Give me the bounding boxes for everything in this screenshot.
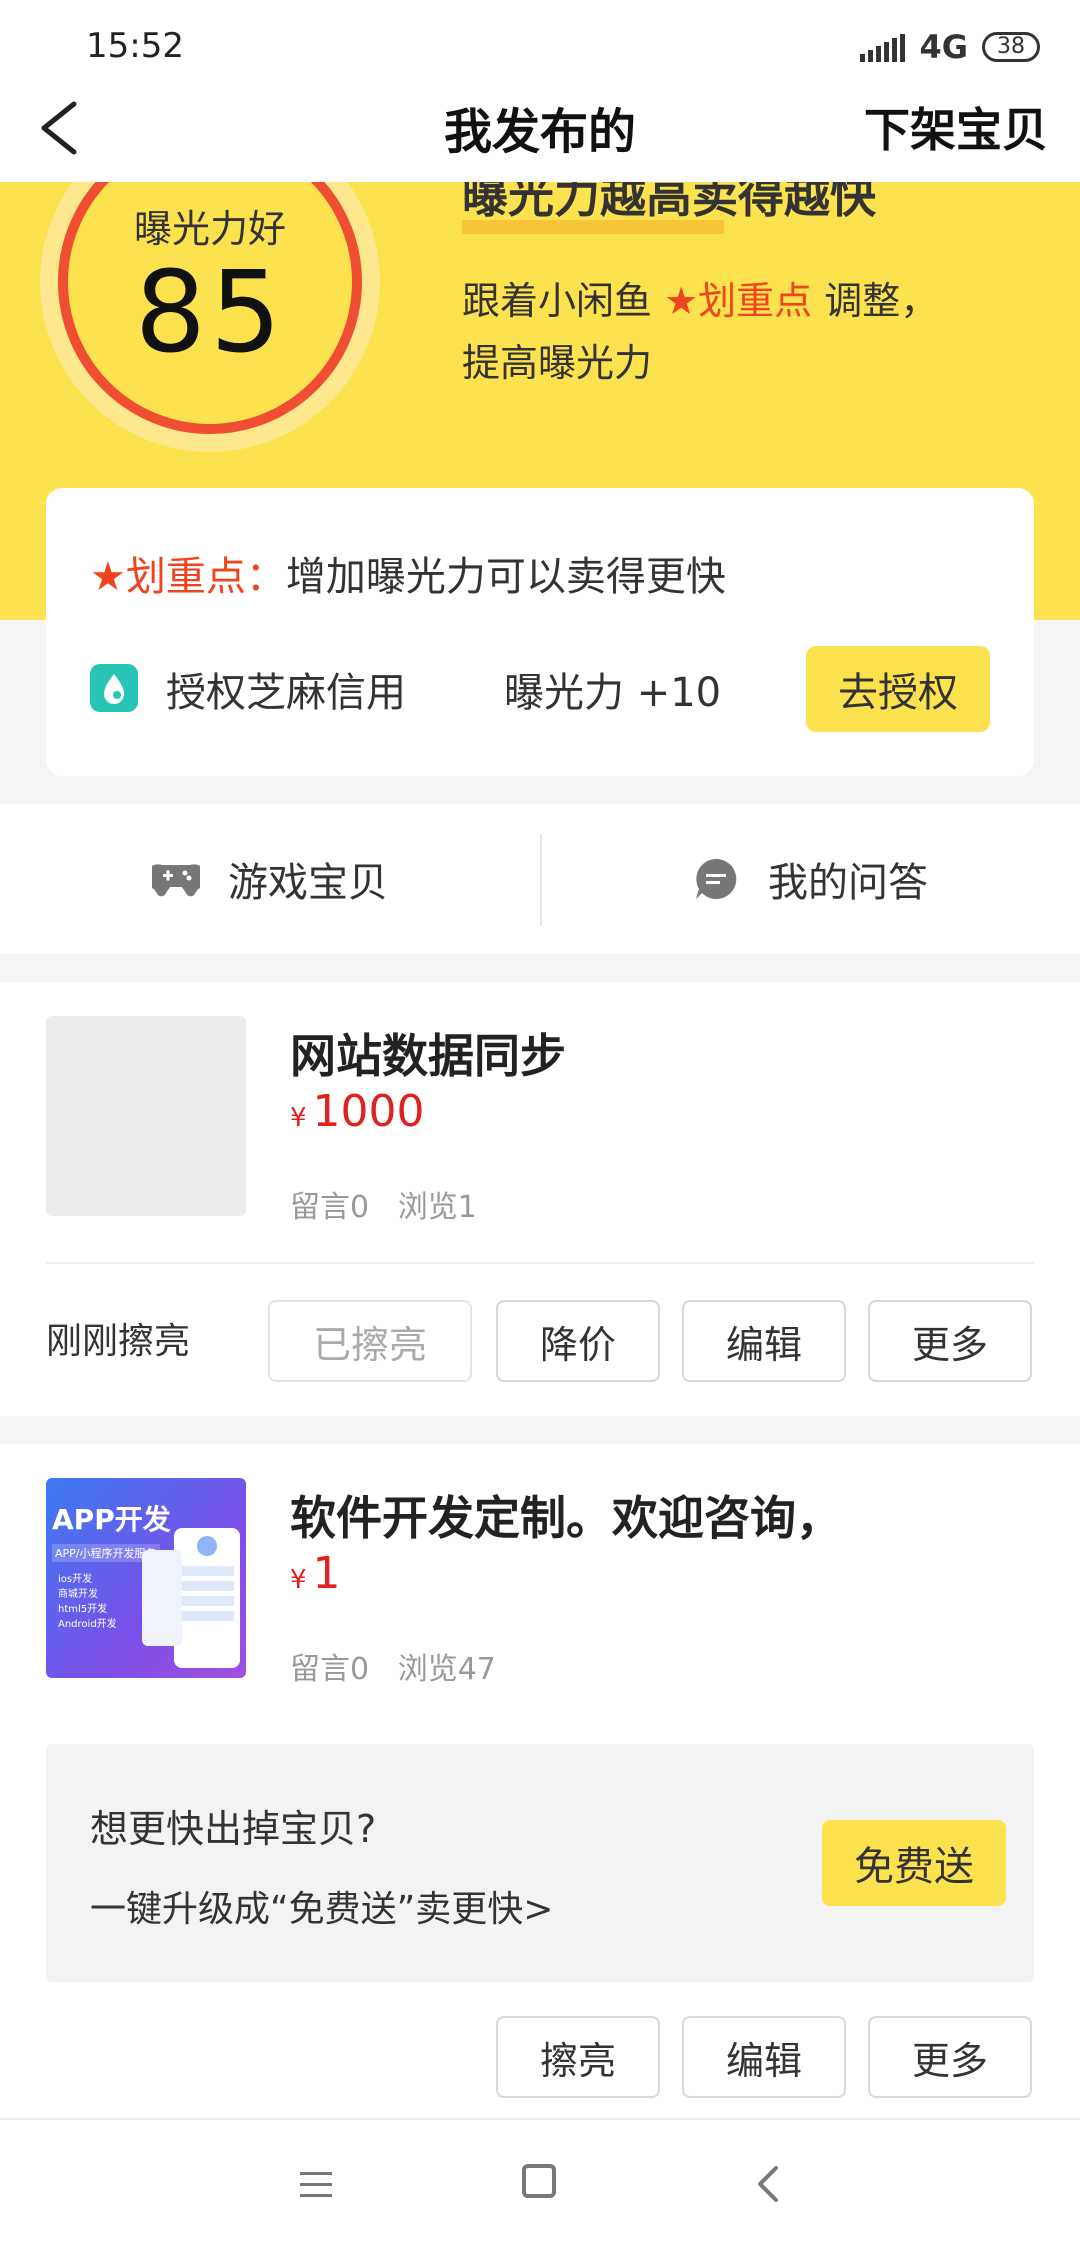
my-qa-shortcut[interactable]: 我的问答 <box>540 804 1080 954</box>
battery-icon: 38 <box>982 32 1040 62</box>
exposure-boost: 曝光力 +10 <box>504 670 722 716</box>
header: 我发布的 下架宝贝 <box>0 80 1080 182</box>
chat-bubble-icon <box>696 858 737 899</box>
game-items-label: 游戏宝贝 <box>228 860 388 906</box>
promo-subtitle-link[interactable]: 一键升级成“免费送”卖更快> <box>90 1880 553 1932</box>
thumb-title: APP开发 <box>52 1503 171 1536</box>
exposure-gauge-label: 曝光力好 <box>133 207 286 251</box>
more-button[interactable]: 更多 <box>868 2016 1032 2098</box>
banner-underline <box>462 220 724 234</box>
banner-description-line2: 提高曝光力 <box>462 341 653 385</box>
edit-button[interactable]: 编辑 <box>682 1300 846 1382</box>
status-bar: 15:52 4G 38 <box>0 0 1080 80</box>
gamepad-icon <box>152 864 200 897</box>
listing-title: 软件开发定制。欢迎咨询， <box>290 1491 842 1545</box>
promo-question: 想更快出掉宝贝? <box>90 1807 377 1851</box>
back-icon[interactable] <box>752 2164 788 2204</box>
listing-stats: 留言0 浏览47 <box>290 1644 496 1688</box>
system-nav-bar <box>0 2118 1080 2248</box>
sesame-credit-label: 授权芝麻信用 <box>166 670 406 716</box>
shortcuts-bar: 游戏宝贝 我的问答 <box>0 804 1080 954</box>
signal-icon <box>860 32 906 62</box>
view-count: 浏览47 <box>397 1652 496 1687</box>
exposure-score: 85 <box>134 248 286 378</box>
listing-price: ¥1 <box>290 1548 341 1599</box>
home-icon[interactable] <box>522 2164 556 2198</box>
thumb-item: ios开发 <box>58 1574 93 1585</box>
free-giveaway-promo: 想更快出掉宝贝? 一键升级成“免费送”卖更快> 免费送 <box>46 1744 1034 1982</box>
refresh-status: 刚刚擦亮 <box>46 1321 191 1362</box>
listing-stats: 留言0 浏览1 <box>290 1182 477 1226</box>
listing-thumbnail[interactable]: APP开发 APP/小程序开发服务 ios开发 商城开发 html5开发 And… <box>46 1478 246 1678</box>
sesame-credit-icon <box>90 664 138 712</box>
thumb-item: 商城开发 <box>58 1589 98 1600</box>
view-count: 浏览1 <box>397 1190 477 1225</box>
my-qa-label: 我的问答 <box>768 860 928 906</box>
menu-icon[interactable] <box>298 2170 334 2200</box>
listing-thumbnail[interactable] <box>46 1016 246 1216</box>
more-button[interactable]: 更多 <box>868 1300 1032 1382</box>
refreshed-button: 已擦亮 <box>268 1300 472 1382</box>
divider <box>46 1262 1034 1264</box>
tip-label: ★划重点： <box>90 554 286 600</box>
network-type: 4G <box>919 28 968 66</box>
authorize-button[interactable]: 去授权 <box>806 646 990 732</box>
free-send-button[interactable]: 免费送 <box>822 1820 1006 1906</box>
listing-card[interactable]: 网站数据同步 ¥1000 留言0 浏览1 刚刚擦亮 已擦亮 降价 编辑 更多 <box>0 982 1080 1416</box>
game-items-shortcut[interactable]: 游戏宝贝 <box>0 804 540 954</box>
thumb-item: Android开发 <box>58 1619 117 1630</box>
edit-button[interactable]: 编辑 <box>682 2016 846 2098</box>
comment-count: 留言0 <box>290 1190 370 1225</box>
listing-price: ¥1000 <box>290 1086 425 1137</box>
reduce-price-button[interactable]: 降价 <box>496 1300 660 1382</box>
phone-mockup <box>174 1528 240 1668</box>
phone-mockup <box>142 1550 182 1646</box>
comment-count: 留言0 <box>290 1652 370 1687</box>
listing-title: 网站数据同步 <box>290 1029 566 1083</box>
currency-symbol: ¥ <box>290 1565 307 1595</box>
refresh-button[interactable]: 擦亮 <box>496 2016 660 2098</box>
listing-card[interactable]: APP开发 APP/小程序开发服务 ios开发 商城开发 html5开发 And… <box>0 1444 1080 2118</box>
status-time: 15:52 <box>86 26 184 66</box>
currency-symbol: ¥ <box>290 1103 307 1133</box>
tip-card: ★划重点：增加曝光力可以卖得更快 授权芝麻信用 曝光力 +10 去授权 <box>46 488 1034 776</box>
delisted-items-link[interactable]: 下架宝贝 <box>864 94 1048 160</box>
status-indicators: 4G 38 <box>860 28 1040 66</box>
tip-text: ★划重点：增加曝光力可以卖得更快 <box>90 554 726 600</box>
thumb-item: html5开发 <box>58 1604 108 1615</box>
banner-description: 跟着小闲鱼 ★划重点 调整， <box>462 279 939 323</box>
highlight-text: ★划重点 <box>664 279 813 323</box>
